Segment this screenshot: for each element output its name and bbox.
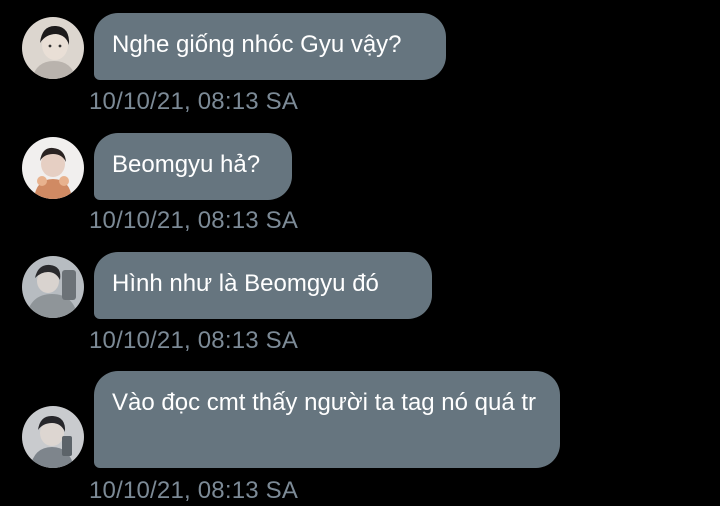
message-text: Nghe giống nhóc Gyu vậy?	[112, 31, 402, 58]
message-timestamp: 10/10/21, 08:13 SA	[89, 88, 299, 115]
message-bubble[interactable]: Nghe giống nhóc Gyu vậy?	[94, 13, 446, 80]
message-bubble[interactable]: Beomgyu hả?	[94, 133, 292, 200]
user-avatar-icon[interactable]	[22, 137, 84, 199]
message-bubble[interactable]: Vào đọc cmt thấy người ta tag nó quá tr	[94, 371, 560, 468]
message-text: Hình như là Beomgyu đó	[112, 270, 379, 297]
user-avatar-icon[interactable]	[22, 406, 84, 468]
message-text: Vào đọc cmt thấy người ta tag nó quá tr	[112, 389, 537, 416]
message-bubble[interactable]: Hình như là Beomgyu đó	[94, 252, 432, 319]
message-timestamp: 10/10/21, 08:13 SA	[89, 327, 299, 354]
user-avatar-icon[interactable]	[22, 256, 84, 318]
message-text: Beomgyu hả?	[112, 151, 261, 178]
message-timestamp: 10/10/21, 08:13 SA	[89, 477, 299, 504]
message-timestamp: 10/10/21, 08:13 SA	[89, 207, 299, 234]
user-avatar-icon[interactable]	[22, 17, 84, 79]
